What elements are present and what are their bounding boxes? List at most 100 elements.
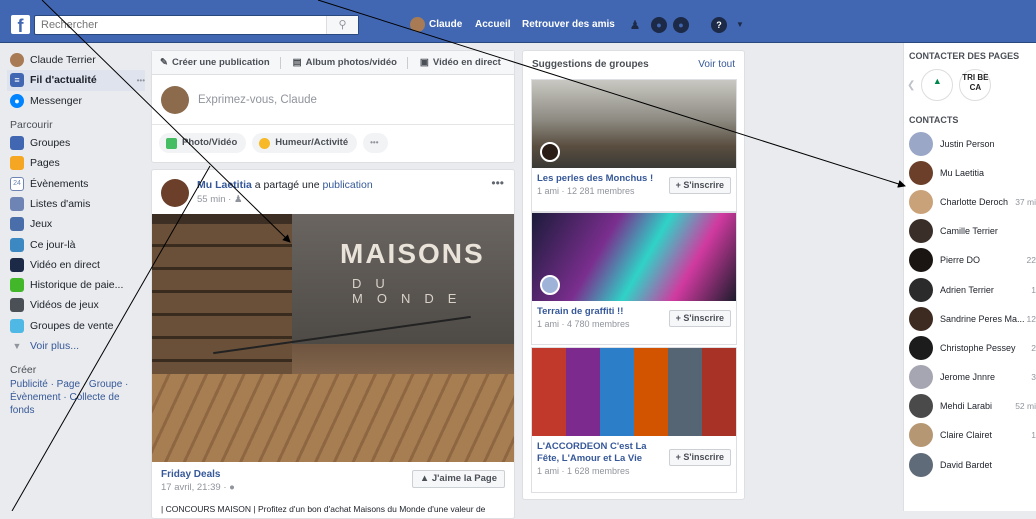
see-all-link[interactable]: Voir tout xyxy=(698,59,735,70)
sidebar-item-listes-d-amis[interactable]: Listes d'amis xyxy=(10,194,145,214)
sidebar-item-label: Historique de paie... xyxy=(30,279,124,292)
contact-item[interactable]: David Bardet xyxy=(904,450,1036,479)
video-icon: ▣ xyxy=(419,57,429,68)
help-icon[interactable]: ? xyxy=(711,17,727,33)
sidebar-item-label: Évènements xyxy=(30,177,89,190)
contact-item[interactable]: Camille Terrier xyxy=(904,217,1036,246)
mood-activity-button[interactable]: Humeur/Activité xyxy=(252,133,358,153)
group-name[interactable]: Terrain de graffiti !! xyxy=(532,301,657,318)
contacts-list: Justin Person Mu Laetitia Charlotte Deroch… xyxy=(904,129,1036,479)
notifications-icon[interactable]: ● xyxy=(673,17,689,33)
friend-requests-icon[interactable]: ♟ xyxy=(627,17,643,33)
contact-item[interactable]: Sandrine Peres Ma... 12 xyxy=(904,304,1036,333)
contact-item[interactable]: Mu Laetitia xyxy=(904,158,1036,187)
right-sidebar: CONTACTER DES PAGES ❮ ▲ TRI BE CA CONTAC… xyxy=(903,43,1036,511)
group-cover-image[interactable] xyxy=(532,213,736,301)
publication-link[interactable]: publication xyxy=(322,179,372,191)
messages-icon[interactable]: ● xyxy=(651,17,667,33)
contact-name: Claire Clairet xyxy=(940,430,993,441)
join-group-button[interactable]: + S'inscrire xyxy=(668,177,731,194)
join-group-button[interactable]: + S'inscrire xyxy=(668,449,731,466)
avatar[interactable] xyxy=(161,179,189,207)
button-label: Humeur/Activité xyxy=(275,137,349,148)
tab-live-video[interactable]: ▣ Vidéo en direct xyxy=(420,57,501,68)
credit-agricole-logo[interactable]: ▲ xyxy=(921,69,954,101)
create-links-2[interactable]: Évènement · Collecte de fonds xyxy=(10,391,145,417)
see-more-label: Voir plus... xyxy=(30,340,80,352)
gamepad-icon xyxy=(10,298,24,313)
brand-wall-subtext: DU MONDE xyxy=(352,276,471,306)
contact-item[interactable]: Charlotte Deroch 37 mi xyxy=(904,187,1036,216)
group-cover-image[interactable] xyxy=(532,348,736,436)
contact-item[interactable]: Claire Clairet 1 xyxy=(904,421,1036,450)
sidebar-item-vid-os-de-jeux[interactable]: Vidéos de jeux xyxy=(10,295,145,315)
sidebar-item-label: Fil d'actualité xyxy=(30,74,97,87)
join-group-button[interactable]: + S'inscrire xyxy=(668,310,731,327)
contact-name: Justin Person xyxy=(940,138,995,149)
like-page-button[interactable]: ▲ J'aime la Page xyxy=(411,470,505,488)
friends-icon: ♟ xyxy=(233,194,243,205)
sidebar-item--v-nements[interactable]: 24 Évènements xyxy=(10,173,145,193)
group-avatar xyxy=(540,275,560,295)
games-icon xyxy=(10,217,24,232)
pages-row: ❮ ▲ TRI BE CA xyxy=(904,65,1036,105)
author-link[interactable]: Mu Laetitia xyxy=(197,179,252,191)
sidebar-item-ce-jour-l[interactable]: Ce jour-là xyxy=(10,234,145,254)
more-options-button[interactable]: ••• xyxy=(363,133,388,153)
group-name[interactable]: L'ACCORDEON C'est La Fête, L'Amour et La… xyxy=(532,436,657,465)
avatar xyxy=(161,85,189,114)
chevron-down-icon[interactable]: ▼ xyxy=(736,15,744,35)
contact-item[interactable]: Pierre DO 22 xyxy=(904,246,1036,275)
create-links[interactable]: Publicité · Page · Groupe · xyxy=(10,378,145,391)
photo-video-button[interactable]: Photo/Vidéo xyxy=(159,133,247,153)
messenger-icon: ● xyxy=(10,93,24,108)
search-icon[interactable]: ⚲ xyxy=(326,16,358,34)
sidebar-item-jeux[interactable]: Jeux xyxy=(10,214,145,234)
contact-item[interactable]: Christophe Pessey 2 xyxy=(904,333,1036,362)
contact-item[interactable]: Justin Person xyxy=(904,129,1036,158)
contact-status: 2 xyxy=(1031,342,1036,353)
sidebar-item-messenger[interactable]: ● Messenger xyxy=(10,91,145,111)
chevron-left-icon[interactable]: ❮ xyxy=(907,80,915,91)
facebook-logo-icon[interactable]: f xyxy=(11,15,30,36)
avatar xyxy=(909,248,933,273)
contact-status: 3 xyxy=(1031,372,1036,383)
more-options-icon[interactable]: ••• xyxy=(137,76,145,85)
search-input[interactable] xyxy=(35,16,325,34)
tab-create-publication[interactable]: ✎ Créer une publication xyxy=(160,56,281,69)
avatar xyxy=(909,277,933,302)
avatar xyxy=(909,219,933,244)
contact-item[interactable]: Adrien Terrier 1 xyxy=(904,275,1036,304)
tab-album[interactable]: ▤ Album photos/vidéo xyxy=(293,56,408,69)
group-meta: 1 ami · 1 628 membres xyxy=(537,466,630,476)
sidebar-item-groupes-de-vente[interactable]: Groupes de vente xyxy=(10,316,145,336)
contact-item[interactable]: Mehdi Larabi 52 mi xyxy=(904,392,1036,421)
group-name[interactable]: Les perles des Monchus ! xyxy=(532,168,657,185)
group-cover-image[interactable] xyxy=(532,80,736,168)
post-image[interactable]: MAISONS DU MONDE xyxy=(152,214,514,462)
sidebar-item-pages[interactable]: Pages xyxy=(10,153,145,173)
group-card: Les perles des Monchus ! 1 ami · 12 281 … xyxy=(531,79,737,212)
tribeca-logo[interactable]: TRI BE CA xyxy=(959,69,992,101)
see-more-link[interactable]: ▼ Voir plus... xyxy=(10,336,145,356)
flag-icon xyxy=(10,156,24,171)
sidebar-item-newsfeed[interactable]: ≡ Fil d'actualité ••• xyxy=(7,70,145,91)
avatar xyxy=(909,189,933,214)
composer-input-area[interactable]: Exprimez-vous, Claude xyxy=(152,75,514,125)
contact-item[interactable]: Jerome Jnnre 3 xyxy=(904,363,1036,392)
photo-icon xyxy=(166,137,177,149)
friends-list-icon xyxy=(10,196,24,211)
contact-status: 12 xyxy=(1026,313,1036,324)
home-link[interactable]: Accueil xyxy=(475,15,511,35)
sidebar-item-vid-o-en-direct[interactable]: Vidéo en direct xyxy=(10,255,145,275)
find-friends-link[interactable]: Retrouver des amis xyxy=(522,15,615,35)
sidebar-item-historique-de-paie[interactable]: Historique de paie... xyxy=(10,275,145,295)
sidebar-item-groupes[interactable]: Groupes xyxy=(10,133,145,153)
post-more-icon[interactable]: ••• xyxy=(491,176,504,190)
profile-link[interactable]: Claude xyxy=(410,15,462,35)
timestamp[interactable]: 55 min · xyxy=(197,194,234,205)
sidebar-item-label: Vidéo en direct xyxy=(30,258,100,271)
newsfeed-icon: ≡ xyxy=(10,73,24,88)
avatar xyxy=(909,452,933,477)
sidebar-profile[interactable]: Claude Terrier xyxy=(10,50,145,70)
